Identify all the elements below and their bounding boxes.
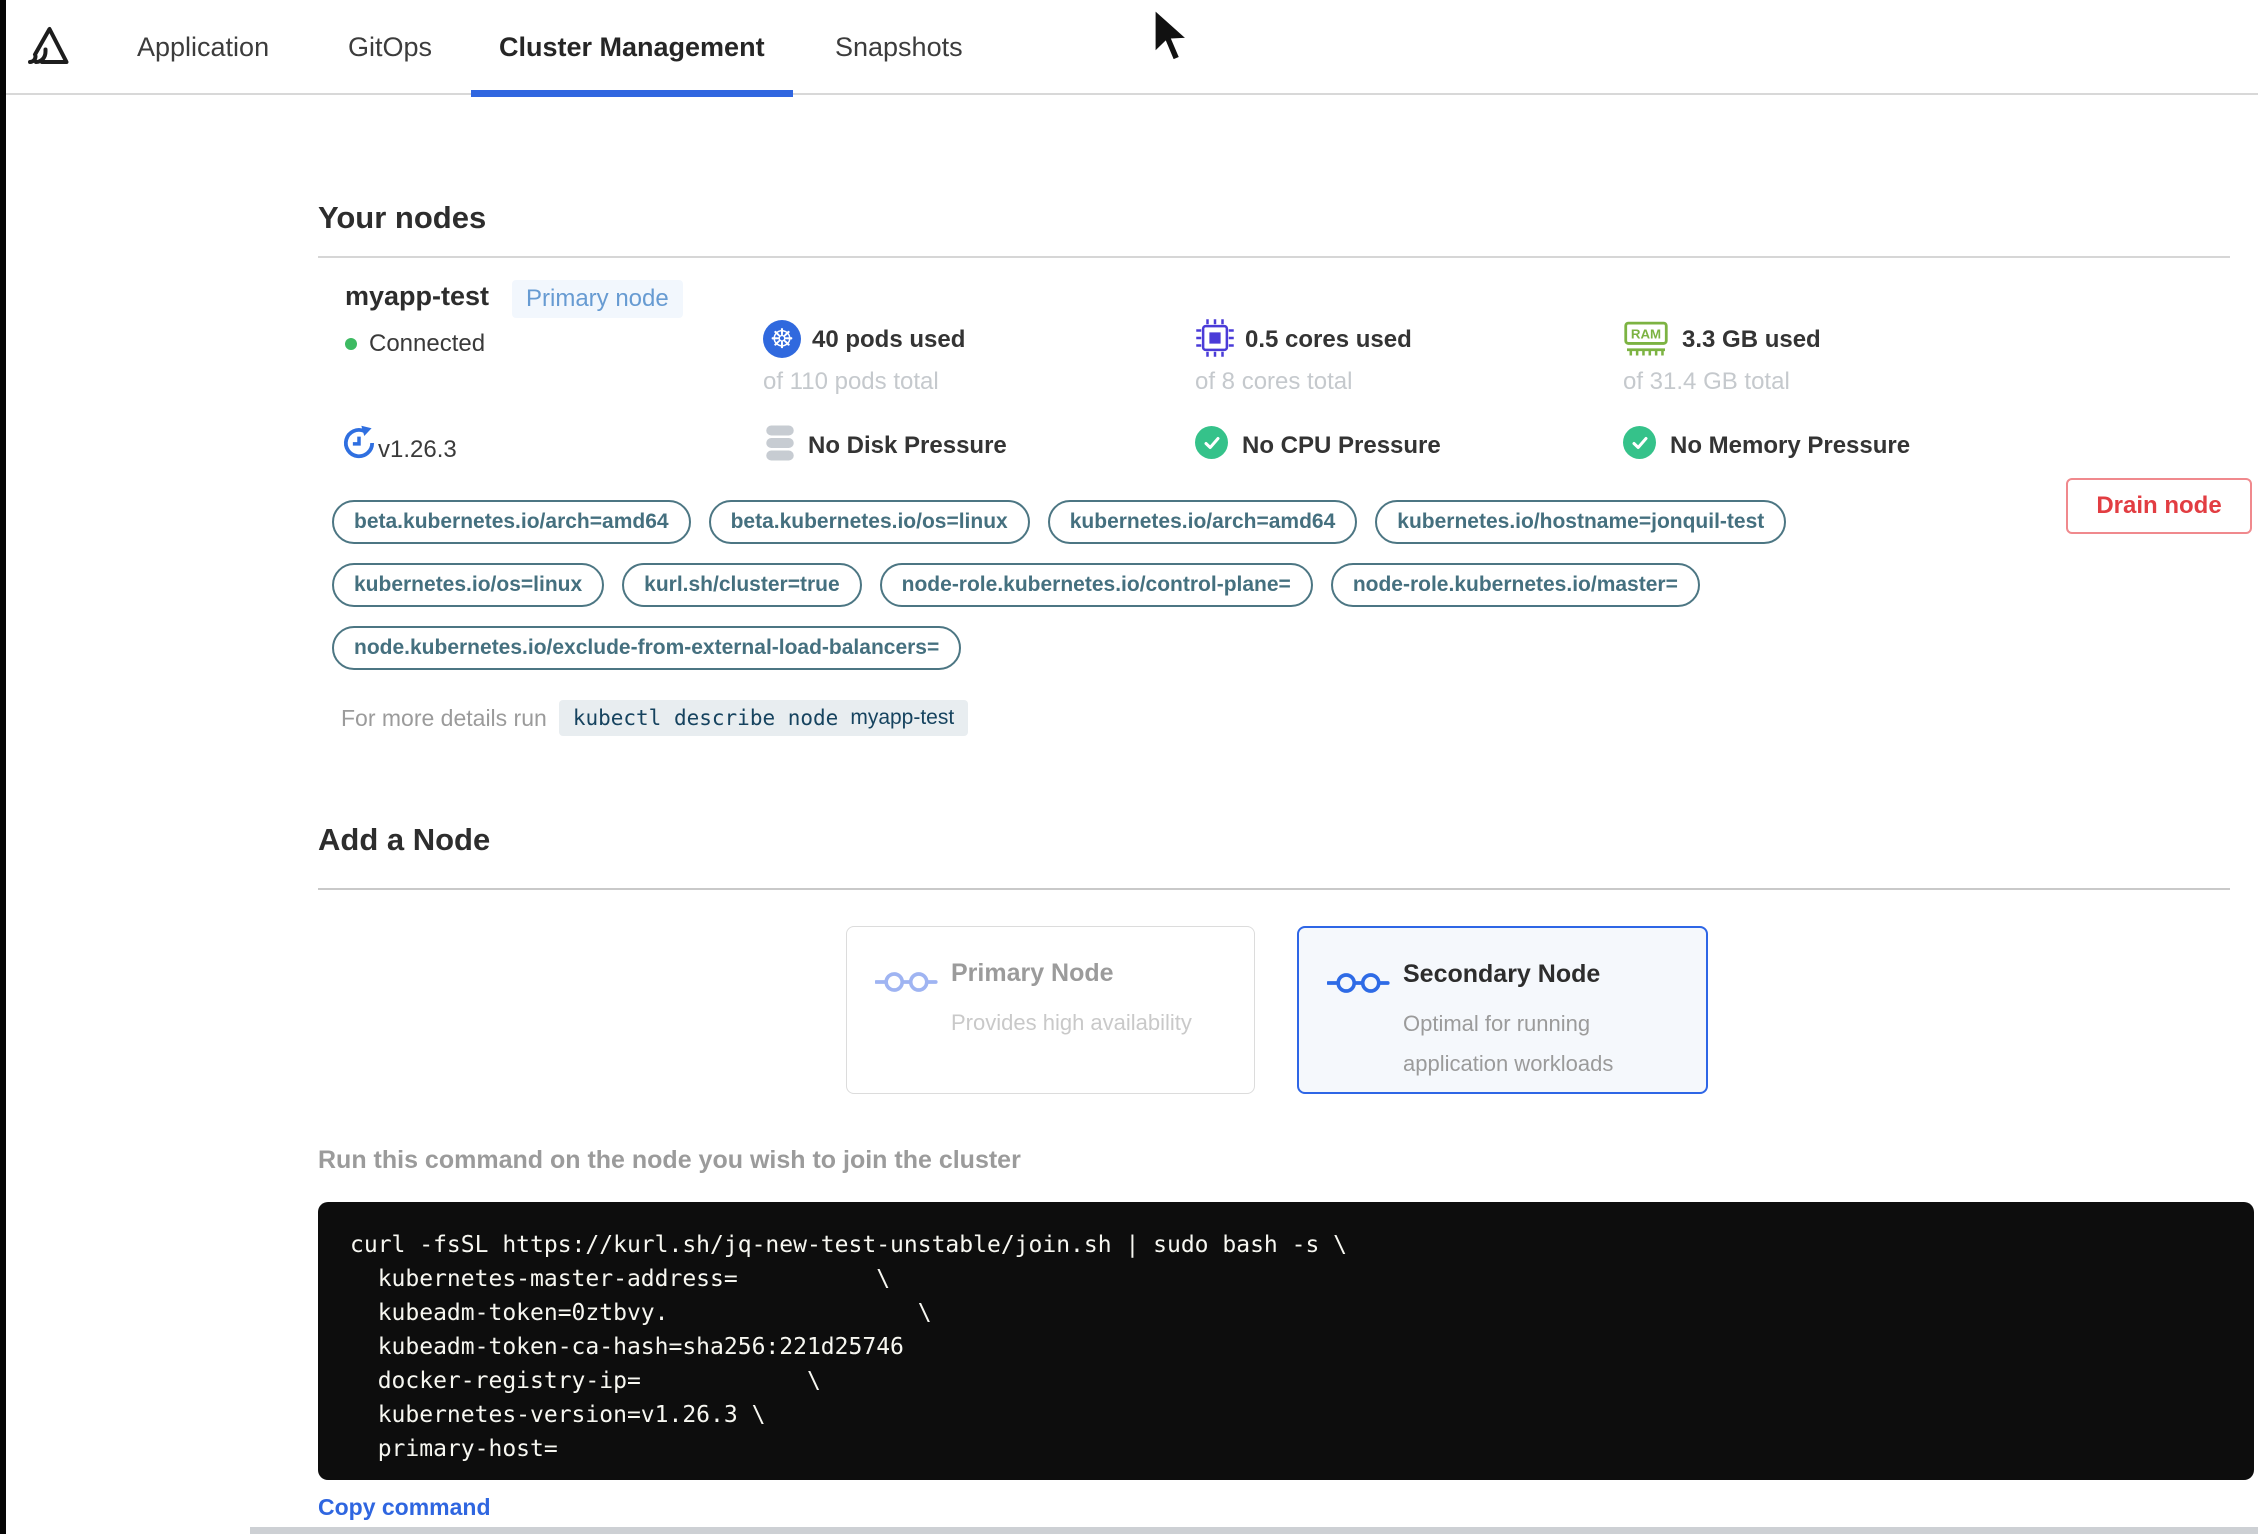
cores-total: of 8 cores total: [1195, 368, 1353, 395]
disk-pressure: No Disk Pressure: [808, 432, 1007, 459]
tab-label: Snapshots: [835, 32, 963, 62]
pods-total: of 110 pods total: [763, 368, 939, 395]
section-divider: [318, 256, 2230, 258]
kubernetes-icon: ☸: [763, 320, 801, 358]
node-label-pill: kubernetes.io/arch=amd64: [1047, 500, 1358, 544]
cores-used: 0.5 cores used: [1245, 326, 1412, 353]
node-label-pill: node.kubernetes.io/exclude-from-external…: [332, 626, 962, 670]
tab-label: Application: [137, 32, 270, 62]
option-description: Provides high availability: [951, 1010, 1192, 1035]
node-label-pill: node-role.kubernetes.io/control-plane=: [879, 563, 1313, 607]
version-update-icon: [343, 425, 375, 459]
join-command-label: Run this command on the node you wish to…: [318, 1146, 1021, 1174]
tab-label: Cluster Management: [499, 32, 765, 62]
join-command-block: curl -fsSL https://kurl.sh/jq-new-test-u…: [318, 1202, 2254, 1480]
memory-used: 3.3 GB used: [1682, 326, 1821, 353]
kubectl-command: kubectl describe node: [572, 706, 839, 730]
memory-total: of 31.4 GB total: [1623, 368, 1790, 395]
disk-icon: [766, 425, 794, 461]
node-link-icon: [1327, 973, 1390, 993]
node-label-pill: kubernetes.io/os=linux: [332, 563, 605, 607]
check-icon: [1623, 426, 1656, 459]
kubectl-command-chip: kubectl describe node myapp-test: [558, 700, 969, 736]
option-title: Secondary Node: [1403, 960, 1601, 988]
option-description: Optimal for running application workload…: [1403, 1011, 1614, 1076]
node-label-pill: beta.kubernetes.io/arch=amd64: [332, 500, 691, 544]
section-divider: [318, 888, 2230, 890]
tab-application[interactable]: Application: [109, 0, 297, 95]
node-label-pill: beta.kubernetes.io/os=linux: [708, 500, 1030, 544]
copy-command-link[interactable]: Copy command: [318, 1494, 491, 1521]
your-nodes-heading: Your nodes: [318, 200, 487, 235]
node-label-pill: kubernetes.io/hostname=jonquil-test: [1375, 500, 1787, 544]
tab-cluster-management[interactable]: Cluster Management: [471, 0, 793, 97]
node-status-label: Connected: [369, 330, 486, 357]
node-link-icon: [875, 972, 938, 992]
pods-used: 40 pods used: [812, 326, 966, 353]
primary-node-badge: Primary node: [512, 280, 683, 318]
ram-icon: RAM: [1624, 321, 1668, 356]
memory-pressure: No Memory Pressure: [1670, 432, 1911, 459]
details-prefix: For more details run: [341, 704, 547, 731]
tab-label: GitOps: [348, 32, 433, 62]
option-title: Primary Node: [951, 959, 1114, 987]
cpu-icon: [1196, 319, 1234, 357]
tab-snapshots[interactable]: Snapshots: [807, 0, 991, 95]
node-label-pill: kurl.sh/cluster=true: [622, 563, 862, 607]
node-name: myapp-test: [345, 281, 490, 311]
kubectl-command-node: myapp-test: [850, 706, 955, 729]
add-node-heading: Add a Node: [318, 822, 491, 857]
app-logo-icon: [28, 27, 69, 64]
node-version: v1.26.3: [378, 436, 457, 463]
tab-gitops[interactable]: GitOps: [320, 0, 460, 95]
screen-left-edge: [0, 0, 6, 1534]
drain-node-button[interactable]: Drain node: [2066, 478, 2252, 534]
node-label-pill: node-role.kubernetes.io/master=: [1330, 563, 1700, 607]
node-labels: beta.kubernetes.io/arch=amd64 beta.kuber…: [332, 500, 1907, 670]
join-command-text: curl -fsSL https://kurl.sh/jq-new-test-u…: [350, 1232, 1347, 1462]
connected-dot-icon: [345, 338, 357, 350]
mouse-cursor: [1152, 6, 1193, 64]
node-details-hint: For more details run kubectl describe no…: [341, 700, 969, 736]
node-status: Connected: [345, 330, 485, 358]
check-icon: [1195, 426, 1228, 459]
secondary-node-option[interactable]: Secondary Node Optimal for running appli…: [1297, 926, 1708, 1094]
cpu-pressure: No CPU Pressure: [1242, 432, 1441, 459]
primary-node-option[interactable]: Primary Node Provides high availability: [846, 926, 1255, 1094]
svg-text:RAM: RAM: [1631, 326, 1661, 341]
horizontal-scrollbar[interactable]: [250, 1527, 2258, 1534]
top-nav: Application GitOps Cluster Management Sn…: [0, 0, 2258, 97]
